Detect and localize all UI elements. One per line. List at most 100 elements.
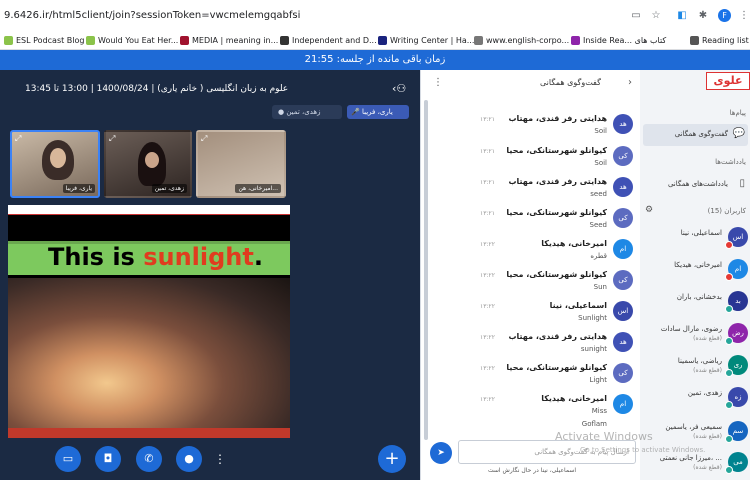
chat-message: هد هدایتی رفر قندی، مهتاب ۱۳:۲۱ seed: [430, 175, 635, 206]
bookmarks-bar: ESL Podcast Blog Would You Eat Her... ME…: [0, 30, 750, 50]
menu-dots-icon[interactable]: ⋮: [738, 10, 750, 22]
chat-back-icon[interactable]: ›: [628, 77, 632, 88]
chat-message: کی کیوانلو شهرستانکی، محیا ۱۳:۲۲ Sun: [430, 268, 635, 299]
reading-list-icon: [690, 35, 699, 45]
notes-icon: ▯: [739, 178, 745, 189]
phone-icon: ✆: [144, 452, 154, 465]
webcam-label: امیرخانی، هن...: [235, 184, 281, 193]
bookmark-favicon-icon: [280, 35, 289, 45]
user-role-badge-icon: [725, 273, 733, 281]
url-text[interactable]: 9.6426.ir/html5client/join?sessionToken=…: [4, 10, 300, 21]
webcam-tile-student-2[interactable]: ⤢ امیرخانی، هن...: [196, 130, 286, 198]
expand-icon[interactable]: ⤢: [109, 134, 115, 144]
microphone-button[interactable]: ●: [176, 446, 202, 472]
message-text: Sunlight: [578, 314, 607, 322]
bookmark-item[interactable]: MEDIA | meaning in...: [180, 34, 278, 46]
chat-button[interactable]: ▭: [55, 446, 81, 472]
message-text: قطره: [590, 252, 607, 260]
bookmark-item[interactable]: www.english-corpo...: [474, 34, 569, 46]
chat-message: ام امیرخانی، هیدیکا ۱۳:۲۲ Miss: [430, 392, 635, 423]
send-message-button[interactable]: ➤: [430, 442, 452, 464]
user-list-item[interactable]: زه زهدی، تمین: [643, 384, 750, 414]
user-list-item[interactable]: رض رضوی، مارال سادات (قطع شده): [643, 320, 750, 350]
puzzle-icon[interactable]: ✱: [697, 10, 709, 22]
user-role-badge-icon: [725, 369, 733, 377]
message-text: Soil: [594, 159, 607, 167]
message-text: Sun: [593, 283, 607, 291]
message-avatar: هد: [613, 332, 633, 352]
user-list-item[interactable]: ری ریاضی، یاسمینا (قطع شده): [643, 352, 750, 382]
bookmark-item[interactable]: Would You Eat Her...: [86, 34, 178, 46]
message-time: ۱۳:۲۱: [480, 116, 495, 123]
messages-section-header: پیام‌ها: [729, 109, 746, 117]
message-text: Seed: [589, 221, 608, 229]
user-list-item[interactable]: اس اسماعیلی، نینا: [643, 224, 750, 254]
windows-activation-subtext: Go to Settings to activate Windows.: [580, 446, 706, 454]
extension-icon[interactable]: ◧: [676, 10, 688, 22]
star-icon[interactable]: ☆: [650, 10, 662, 22]
message-time: ۱۳:۲۱: [480, 210, 495, 217]
bookmark-item[interactable]: Writing Center | Ha...: [378, 34, 474, 46]
slide-sunlight-photo: [8, 278, 290, 428]
message-time: ۱۳:۲۲: [480, 272, 495, 279]
message-author: امیرخانی، هیدیکا: [541, 394, 607, 403]
video-progress-bar: [8, 428, 290, 438]
microphone-icon: ●: [184, 452, 194, 465]
chat-message: هد هدایتی رفر قندی، مهتاب ۱۳:۲۲ sunight: [430, 330, 635, 361]
bookmark-item[interactable]: ESL Podcast Blog: [4, 34, 84, 46]
message-author: کیوانلو شهرستانکی، محیا: [506, 208, 607, 217]
camera-button[interactable]: ◘: [95, 446, 121, 472]
webcam-tile-student[interactable]: ⤢ زهدی، تمین: [104, 130, 192, 198]
chat-title: گفت‌وگوی همگانی: [540, 78, 601, 87]
message-time: ۱۳:۲۲: [480, 334, 495, 341]
user-role-badge-icon: [725, 466, 733, 474]
user-list-toggle-icon[interactable]: ‹⚇: [392, 82, 406, 95]
message-avatar: هد: [613, 114, 633, 134]
phone-button[interactable]: ✆: [136, 446, 162, 472]
bookmark-favicon-icon: [4, 35, 13, 45]
actions-plus-button[interactable]: +: [378, 445, 406, 473]
user-list-item[interactable]: ام امیرخانی، هیدیکا: [643, 256, 750, 286]
cast-icon[interactable]: ▭: [630, 10, 642, 22]
message-avatar: ام: [613, 394, 633, 414]
shared-notes-item[interactable]: ▯ یادداشت‌های همگانی: [643, 174, 748, 196]
bookmark-item[interactable]: Inside Rea... کتاب های: [571, 34, 666, 46]
reading-list[interactable]: Reading list: [690, 34, 749, 46]
user-role-badge-icon: [725, 401, 733, 409]
message-avatar: اس: [613, 301, 633, 321]
user-role-badge-icon: [725, 305, 733, 313]
more-options-icon[interactable]: ⋮: [214, 452, 226, 466]
message-text: Soil: [594, 127, 607, 135]
presenter-talking-tag: 🎤 یاری، فریبا: [347, 105, 409, 119]
user-role-badge-icon: [725, 241, 733, 249]
chat-message: کی کیوانلو شهرستانکی، محیا ۱۳:۲۱ Soil: [430, 144, 635, 175]
notes-section-header: یادداشت‌ها: [715, 158, 746, 166]
chat-bubble-icon: 💬: [732, 128, 745, 139]
school-logo: علوی: [706, 72, 750, 90]
profile-avatar[interactable]: F: [718, 9, 731, 22]
settings-gear-icon[interactable]: ⚙: [645, 205, 653, 215]
expand-icon[interactable]: ⤢: [201, 134, 207, 144]
message-avatar: کی: [613, 208, 633, 228]
bookmark-item[interactable]: Independent and D...: [280, 34, 377, 46]
chat-options-icon[interactable]: ⋮: [433, 77, 443, 88]
browser-address-bar[interactable]: 9.6426.ir/html5client/join?sessionToken=…: [0, 0, 750, 30]
message-text: Miss: [591, 407, 607, 415]
expand-icon[interactable]: ⤢: [15, 134, 21, 144]
bookmark-favicon-icon: [571, 35, 580, 45]
windows-activation-watermark: Activate Windows: [555, 430, 653, 443]
public-chat-item[interactable]: 💬 گفت‌وگوی همگانی: [643, 124, 748, 146]
webcam-tile-presenter[interactable]: ⤢ یاری، فریبا: [10, 130, 100, 198]
message-avatar: هد: [613, 177, 633, 197]
message-author: کیوانلو شهرستانکی، محیا: [506, 363, 607, 372]
chat-icon: ▭: [62, 452, 74, 465]
chat-scrollbar[interactable]: [424, 100, 428, 440]
chat-message: کی کیوانلو شهرستانکی، محیا ۱۳:۲۱ Seed: [430, 206, 635, 237]
message-author: اسماعیلی، نینا: [549, 301, 607, 310]
bookmark-favicon-icon: [86, 35, 95, 45]
user-list-item[interactable]: بد بدخشانی، باران: [643, 288, 750, 318]
meeting-title: علوم به زبان انگلیسی ( خانم یاری) | 1400…: [25, 84, 289, 94]
typing-indicator: اسماعیلی، نینا در حال نگارش است: [488, 467, 577, 474]
bookmark-favicon-icon: [378, 35, 387, 45]
user-list-item[interactable]: سم سمیعی فر، یاسمین (قطع شده): [643, 418, 750, 448]
